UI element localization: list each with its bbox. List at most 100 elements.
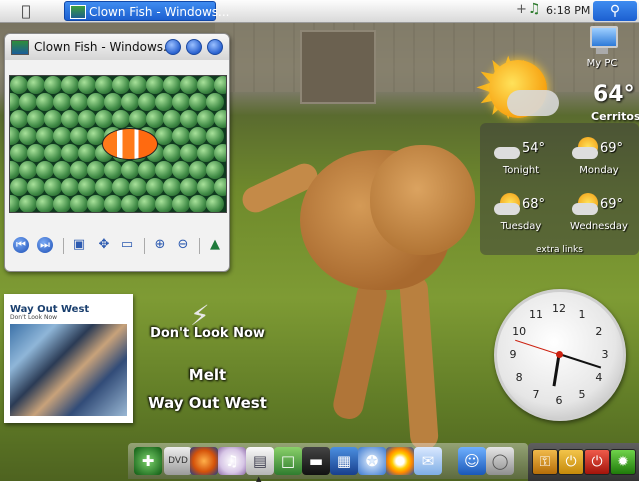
analog-clock-widget[interactable]: 12 1 2 3 4 5 6 7 8 9 10 11 xyxy=(494,289,626,421)
light-icon[interactable]: ✹ xyxy=(610,449,636,475)
anemone-tentacle xyxy=(78,144,96,162)
anemone-tentacle xyxy=(163,76,181,94)
rotate-icon[interactable]: ▲ xyxy=(207,237,223,253)
next-icon[interactable]: ⏭ xyxy=(37,237,53,253)
fullscreen-icon[interactable]: ✥ xyxy=(96,237,112,253)
anemone-tentacle xyxy=(214,144,226,162)
finder-icon[interactable]: ☺ xyxy=(458,447,486,475)
power-icon[interactable]: ⏻ xyxy=(584,449,610,475)
anemone-tentacle xyxy=(155,161,173,179)
maximize-icon[interactable] xyxy=(186,39,202,55)
weather-widget[interactable]: ✹ 64° Cerritos 54° Tonight 69° Monday 68… xyxy=(463,38,639,258)
slideshow-icon[interactable]: ▭ xyxy=(119,237,135,253)
quicktime-icon[interactable] xyxy=(386,447,414,475)
top-menubar:  Clown Fish - Windows... + ♫ 6:18 PM ⚲ xyxy=(0,0,639,23)
clock-numeral: 6 xyxy=(555,394,563,407)
anemone-tentacle xyxy=(180,110,198,128)
anemone-tentacle xyxy=(129,76,147,94)
anemone-tentacle xyxy=(95,110,113,128)
anemone-tentacle xyxy=(87,195,105,212)
anemone-tentacle xyxy=(121,161,139,179)
album-artwork xyxy=(10,324,127,416)
anemone-tentacle xyxy=(146,76,164,94)
clock-numeral: 9 xyxy=(509,348,517,361)
anemone-tentacle xyxy=(214,76,226,94)
dvd-player-icon[interactable]: DVD xyxy=(164,447,192,475)
anemone-tentacle xyxy=(27,110,45,128)
anemone-tentacle xyxy=(70,93,88,111)
minimize-icon[interactable] xyxy=(165,39,181,55)
clock-hour-hand xyxy=(552,354,561,387)
apple-logo-icon[interactable]:  xyxy=(4,1,48,21)
zoom-out-icon[interactable]: ⊖ xyxy=(175,237,191,253)
close-icon[interactable] xyxy=(207,39,223,55)
anemone-tentacle xyxy=(214,110,226,128)
dock: ✚ DVD ♫ ▤ □ ▬ ▦ ✪ ✉ ☺ ◯ ▲ xyxy=(128,443,528,483)
clock-numeral: 10 xyxy=(512,325,527,338)
key-icon[interactable]: ⚿ xyxy=(532,449,558,475)
imovie-icon[interactable]: ▬ xyxy=(302,447,330,475)
safari-icon[interactable]: ✪ xyxy=(358,447,386,475)
forecast-day: Monday xyxy=(579,165,619,176)
media-player-icon xyxy=(70,5,86,19)
anemone-tentacle xyxy=(19,195,37,212)
firefox-icon[interactable] xyxy=(190,447,218,475)
media-viewer-window[interactable]: Clown Fish - Windows... ⏮ ⏭ ▣ ✥ ▭ ⊕ ⊖ ▲ xyxy=(4,33,230,272)
clock-numeral: 3 xyxy=(601,348,609,361)
anemone-tentacle xyxy=(197,76,215,94)
anemone-tentacle xyxy=(104,195,122,212)
anemone-tentacle xyxy=(206,127,224,145)
anemone-tentacle xyxy=(44,110,62,128)
anemone-tentacle xyxy=(27,76,45,94)
anemone-tentacle xyxy=(121,93,139,111)
clock-minute-hand xyxy=(558,353,602,369)
clock-numeral: 2 xyxy=(595,325,603,338)
trash-icon[interactable]: ◯ xyxy=(486,447,514,475)
anemone-tentacle xyxy=(180,76,198,94)
frontrow-icon[interactable]: ▦ xyxy=(330,447,358,475)
forecast-temp: 68° xyxy=(522,197,546,212)
divider xyxy=(199,238,200,254)
anemone-tentacle xyxy=(70,127,88,145)
anemone-tentacle xyxy=(172,161,190,179)
wallpaper-dog-head xyxy=(370,145,475,255)
iphoto-icon[interactable]: □ xyxy=(274,447,302,475)
anemone-tentacle xyxy=(163,144,181,162)
window-titlebar[interactable]: Clown Fish - Windows... xyxy=(5,34,229,60)
radar-icon[interactable]: ✚ xyxy=(134,447,162,475)
anemone-tentacle xyxy=(180,178,198,196)
fit-screen-icon[interactable]: ▣ xyxy=(71,237,87,253)
anemone-tentacle xyxy=(189,195,207,212)
track-title: Don't Look Now xyxy=(150,326,265,341)
forecast-item: 54° Tonight xyxy=(482,129,560,185)
menubar-clock: 6:18 PM xyxy=(546,4,591,17)
video-frame[interactable] xyxy=(9,75,227,213)
magnifier-icon[interactable]: ⚲ xyxy=(593,1,637,21)
window-title: Clown Fish - Windows... xyxy=(34,40,175,54)
clock-numeral: 7 xyxy=(532,387,540,401)
plus-icon[interactable]: + xyxy=(516,2,527,17)
album-cover-subtitle: Don't Look Now xyxy=(10,314,58,321)
zoom-in-icon[interactable]: ⊕ xyxy=(152,237,168,253)
extra-links-link[interactable]: extra links xyxy=(480,245,639,255)
itunes-icon[interactable]: ♫ xyxy=(218,447,246,475)
anemone-tentacle xyxy=(27,144,45,162)
preview-icon[interactable]: ▤ xyxy=(246,447,274,475)
mail-icon[interactable]: ✉ xyxy=(414,447,442,475)
anemone-tentacle xyxy=(197,178,215,196)
previous-icon[interactable]: ⏮ xyxy=(13,237,29,253)
anemone-tentacle xyxy=(19,93,37,111)
forecast-item: 69° Wednesday xyxy=(560,185,638,241)
anemone-tentacle xyxy=(138,161,156,179)
weather-city: Cerritos xyxy=(591,110,639,123)
anemone-tentacle xyxy=(172,195,190,212)
anemone-tentacle xyxy=(36,195,54,212)
anemone-tentacle xyxy=(10,178,28,196)
music-note-icon[interactable]: ♫ xyxy=(528,1,541,17)
anemone-tentacle xyxy=(129,110,147,128)
forecast-day: Tuesday xyxy=(500,221,542,232)
album-cover[interactable]: Way Out West Don't Look Now xyxy=(4,294,133,423)
sleep-icon[interactable]: ⏻ xyxy=(558,449,584,475)
active-window-button[interactable]: Clown Fish - Windows... xyxy=(64,1,229,21)
clock-numeral: 4 xyxy=(595,371,603,384)
